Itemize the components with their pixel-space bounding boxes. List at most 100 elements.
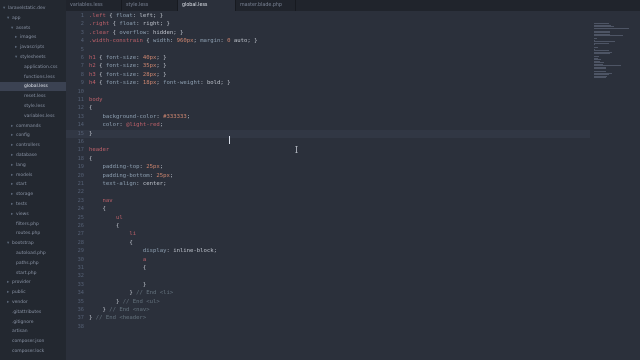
code-line[interactable]: background-color: #333333; [89,113,190,121]
tree-item[interactable]: ▾ bootstrap [0,239,66,248]
tree-item[interactable]: ▸ images [0,33,66,42]
tree-item[interactable]: ▸ vendor [0,298,66,307]
code-token: @light-red [126,122,160,129]
code-line[interactable]: ul [89,214,123,222]
code-token: header [89,147,110,154]
tree-item[interactable]: ▾ assets [0,24,66,33]
tree-item[interactable]: start.php [0,269,66,278]
tab-style-less[interactable]: style.less [122,0,178,11]
tree-item[interactable]: ▸ controllers [0,141,66,150]
tree-item[interactable]: ▸ models [0,171,66,180]
code-token: { [89,265,147,271]
tree-item[interactable]: .gitignore [0,318,66,327]
code-line[interactable]: li [89,230,136,238]
code-line[interactable]: } // End <ul> [89,298,160,306]
code-token: li [129,231,137,238]
tab-global-less[interactable]: global.less [178,0,236,11]
code-line[interactable]: { [89,205,105,213]
code-line[interactable]: h4 { font-size: 18px; font-weight: bold;… [89,79,231,87]
line-number: 21 [77,181,84,187]
tree-item[interactable]: style.less [0,102,66,111]
tree-item-label: laravelstatic.dev [8,6,46,11]
code-token: padding-bottom [102,172,150,179]
line-number: 31 [77,265,84,271]
tab-master-blade-php[interactable]: master.blade.php [236,0,296,11]
code-line[interactable]: .clear { overflow: hidden; } [89,29,183,37]
tree-item[interactable]: reset.less [0,92,66,101]
tree-item[interactable]: filters.php [0,220,66,229]
tree-item[interactable]: ▸ javascripts [0,43,66,52]
minimap[interactable] [590,11,640,360]
code-token: #333333 [163,113,187,120]
tree-item-label: tests [16,202,27,207]
code-line[interactable]: .left { float: left; } [89,12,163,20]
tree-item[interactable]: ▸ storage [0,190,66,199]
code-line[interactable]: } // End <li> [89,289,173,297]
code-line[interactable]: h1 { font-size: 40px; } [89,54,167,62]
tree-item[interactable]: autoload.php [0,249,66,258]
code-line[interactable]: padding-bottom: 25px; [89,172,173,180]
tree-item[interactable]: variables.less [0,112,66,121]
tree-item[interactable]: ▸ views [0,210,66,219]
tree-item[interactable]: ▸ config [0,131,66,140]
code-line[interactable]: { [89,155,92,163]
tree-item[interactable]: .gitattributes [0,308,66,317]
tree-item[interactable]: ▾ laravelstatic.dev [0,4,66,13]
code-line[interactable]: header [89,146,109,154]
code-line[interactable]: body [89,96,102,104]
tree-item-label: paths.php [16,260,39,266]
tree-item-label: composer.lock [12,349,45,354]
code-line[interactable]: color: @light-red; [89,121,163,129]
code-line[interactable]: { [89,239,132,247]
code-token: 25px [156,172,170,179]
tab-variables-less[interactable]: variables.less [66,0,122,11]
tree-item-label: views [16,211,29,217]
code-line[interactable]: a [89,256,146,264]
tree-item[interactable]: ▾ app [0,14,66,23]
tree-item[interactable]: composer.lock [0,347,66,356]
text-cursor [229,136,230,144]
code-line[interactable]: { [89,104,92,112]
tree-item[interactable]: functions.less [0,73,66,82]
code-line[interactable]: } [89,281,146,289]
tree-item[interactable]: ▸ lang [0,161,66,170]
code-editor[interactable]: 1 2 3 4 5 6 7 8 9 10 11 12 13 14 15 16 17 18 19 20 21 22 23 24 2… [66,11,640,360]
tree-item[interactable]: ▸ provider [0,278,66,287]
tree-item[interactable]: artisan [0,327,66,336]
tree-item[interactable]: ▸ commands [0,122,66,131]
code-token: margin [200,38,221,45]
code-token: : [136,63,143,70]
tree-item[interactable]: composer.json [0,337,66,346]
code-line[interactable]: { [89,264,146,272]
tree-item[interactable]: ▸ tests [0,200,66,209]
code-line[interactable]: } // End <nav> [89,306,150,314]
tree-item[interactable]: ▸ public [0,288,66,297]
code-line[interactable]: nav [89,197,112,205]
tree-item[interactable]: ▸ database [0,151,66,160]
line-number: 26 [77,223,84,229]
tree-item[interactable]: application.css [0,63,66,72]
code-line[interactable]: { [89,222,119,230]
tree-item[interactable]: ▾ stylesheets [0,53,66,62]
tree-item[interactable]: global.less [0,82,66,92]
code-line[interactable]: h3 { font-size: 28px; } [89,71,167,79]
editor-window: ▾ laravelstatic.dev ▾ app ▾ assets ▸ images ▸ jav… [0,0,640,360]
tree-item-label: commands [16,123,41,129]
tree-item-label: functions.less [24,74,55,80]
code-line[interactable]: .width-constrain { width: 960px; margin:… [89,37,257,45]
code-line[interactable]: h2 { font-size: 35px; } [89,62,167,70]
line-number: 13 [77,113,84,120]
code-token: font-size [105,55,137,61]
code-line[interactable]: } [89,130,92,138]
code-line[interactable]: padding-top: 25px; [89,163,163,171]
code-line[interactable]: } // End <header> [89,314,146,322]
code-token: // End <nav> [109,307,150,313]
code-token: width [153,38,170,45]
tree-item[interactable]: paths.php [0,259,66,268]
code-line[interactable]: .right { float: right; } [89,20,170,28]
tree-item[interactable]: ▸ start [0,180,66,189]
code-line[interactable]: display: inline-block; [89,247,217,255]
code-line[interactable]: text-align: center; [89,180,166,188]
tree-item[interactable]: routes.php [0,229,66,238]
